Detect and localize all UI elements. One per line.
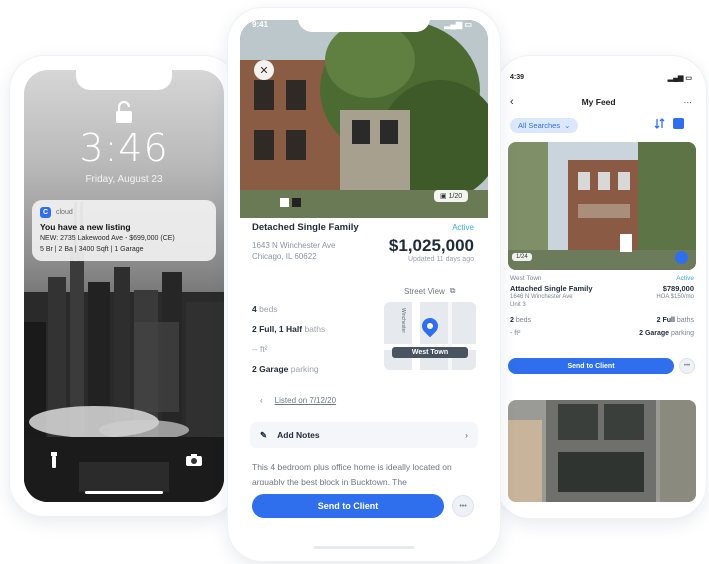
fact-baths: 2 Full, 1 Half baths — [252, 324, 326, 334]
sort-icon[interactable] — [654, 118, 665, 129]
fact-beds: 4 beds — [252, 304, 278, 314]
beds-label: beds — [515, 317, 532, 324]
note-icon: ✎ — [260, 429, 268, 440]
listing-price-note: HOA $150/mo — [656, 294, 694, 300]
listing-facts: 4 beds 2 Full, 1 Half baths -- ft² 2 Gar… — [252, 304, 382, 384]
feed-send-to-client-button[interactable]: Send to Client — [508, 358, 674, 374]
fact-parking: 2 Garage parking — [252, 364, 319, 374]
modern-house-image — [508, 400, 696, 502]
street-view-label: Street View — [404, 286, 445, 296]
listing-price: $789,000 — [662, 284, 694, 293]
fact-size: -- ft² — [252, 344, 268, 354]
all-searches-filter[interactable]: All Searches ⌄ — [510, 118, 579, 133]
house-with-trees-image — [240, 20, 488, 218]
listing-neighborhood: West Town — [510, 275, 542, 282]
location-map[interactable]: Winchester West Town — [384, 302, 476, 370]
lock-time: 3:46 — [79, 126, 169, 170]
signal-battery-icon: ▂▄▆ ▭ — [444, 20, 472, 29]
listing-type: Attached Single Family — [510, 284, 593, 293]
lock-screen-phone: 3:46 Friday, August 23 C cloud You have … — [10, 56, 238, 516]
street-view-link[interactable]: Street View ⧉ — [404, 286, 455, 296]
listing-address-2: Unit 3 — [510, 302, 526, 308]
camera-icon[interactable] — [182, 448, 206, 472]
back-chevron-icon[interactable]: ‹ — [510, 96, 514, 108]
filter-chip-label: All Searches — [518, 121, 561, 130]
feed-listing-card[interactable]: West Town Active Attached Single Family … — [510, 275, 694, 337]
baths-value: 2 Full — [656, 317, 675, 324]
home-indicator[interactable] — [85, 491, 163, 494]
close-icon[interactable]: ✕ — [254, 60, 274, 80]
chevron-left-icon[interactable]: ‹ — [260, 396, 263, 405]
listing-price: $1,025,000 — [388, 236, 474, 255]
overflow-menu-icon[interactable]: ··· — [684, 97, 693, 107]
new-listing-notification[interactable]: C cloud You have a new listing NEW: 2735… — [32, 200, 216, 261]
feed-listing-photo[interactable] — [508, 142, 696, 270]
lock-date: Friday, August 23 — [85, 174, 163, 185]
brick-house-image — [508, 142, 696, 270]
feed-header: ‹ My Feed ··· — [510, 96, 692, 108]
property-type: Detached Single Family — [252, 222, 359, 233]
detail-status-time: 9:41 — [252, 20, 269, 29]
listing-address-1: 1646 N Winchester Ave — [510, 294, 573, 300]
feed-more-button[interactable]: ••• — [679, 358, 695, 374]
chevron-down-icon: ⌄ — [564, 121, 571, 130]
detail-status-bar: 9:41 ▂▄▆ ▭ — [252, 20, 472, 29]
external-link-icon: ⧉ — [449, 286, 456, 295]
notification-app-name: cloud — [56, 209, 73, 216]
send-to-client-button[interactable]: Send to Client — [252, 494, 444, 518]
feed-next-listing-photo[interactable] — [508, 400, 696, 502]
lock-screen: 3:46 Friday, August 23 C cloud You have … — [24, 70, 224, 502]
home-indicator[interactable] — [314, 546, 414, 549]
app-icon: C — [40, 207, 51, 218]
baths-label: baths — [676, 317, 694, 324]
notification-line-2: 5 Br | 2 Ba | 3400 Sqft | 1 Garage — [40, 246, 144, 253]
parking-label: parking — [671, 330, 694, 337]
listing-hero-photo[interactable] — [240, 20, 488, 218]
signal-battery-icon: ▂▄▆ ▭ — [667, 75, 692, 82]
gallery-icon: ▣ — [440, 193, 449, 200]
chevron-right-icon: › — [465, 430, 468, 440]
listing-status: Active — [452, 223, 474, 232]
listed-on-label[interactable]: Listed on 7/12/20 — [275, 396, 336, 405]
video-tour-icon[interactable] — [675, 251, 688, 264]
feed-title: My Feed — [581, 97, 616, 107]
map-street-label: Winchester — [400, 308, 406, 334]
unlock-icon — [116, 100, 132, 123]
feed-status-time: 4:39 — [510, 74, 525, 81]
updated-label: Updated 11 days ago — [407, 256, 474, 263]
listing-status: Active — [676, 275, 694, 282]
notification-title: You have a new listing — [40, 222, 131, 232]
add-notes-button[interactable]: ✎ Add Notes › — [250, 422, 478, 448]
map-view-icon[interactable] — [673, 118, 684, 129]
beds-value: 2 — [510, 317, 514, 324]
photo-count-badge[interactable]: ▣ 1/20 — [434, 190, 469, 202]
size-value: - ft² — [510, 330, 521, 337]
phone-notch — [76, 70, 172, 90]
more-options-button[interactable]: ••• — [452, 495, 474, 517]
notification-line-1: NEW: 2735 Lakewood Ave - $699,000 (CE) — [40, 235, 175, 242]
photo-count-tag: 1/24 — [512, 253, 532, 261]
feed-status-bar: 4:39 ▂▄▆ ▭ — [510, 74, 692, 82]
address-line-2: Chicago, IL 60622 — [252, 252, 317, 261]
address-line-1: 1643 N Winchester Ave — [252, 241, 336, 250]
add-notes-label: Add Notes — [277, 430, 320, 440]
parking-value: 2 Garage — [639, 330, 670, 337]
flashlight-icon[interactable] — [42, 448, 66, 472]
map-neighborhood-label: West Town — [392, 347, 468, 358]
photo-count-label: 1/20 — [448, 193, 463, 200]
